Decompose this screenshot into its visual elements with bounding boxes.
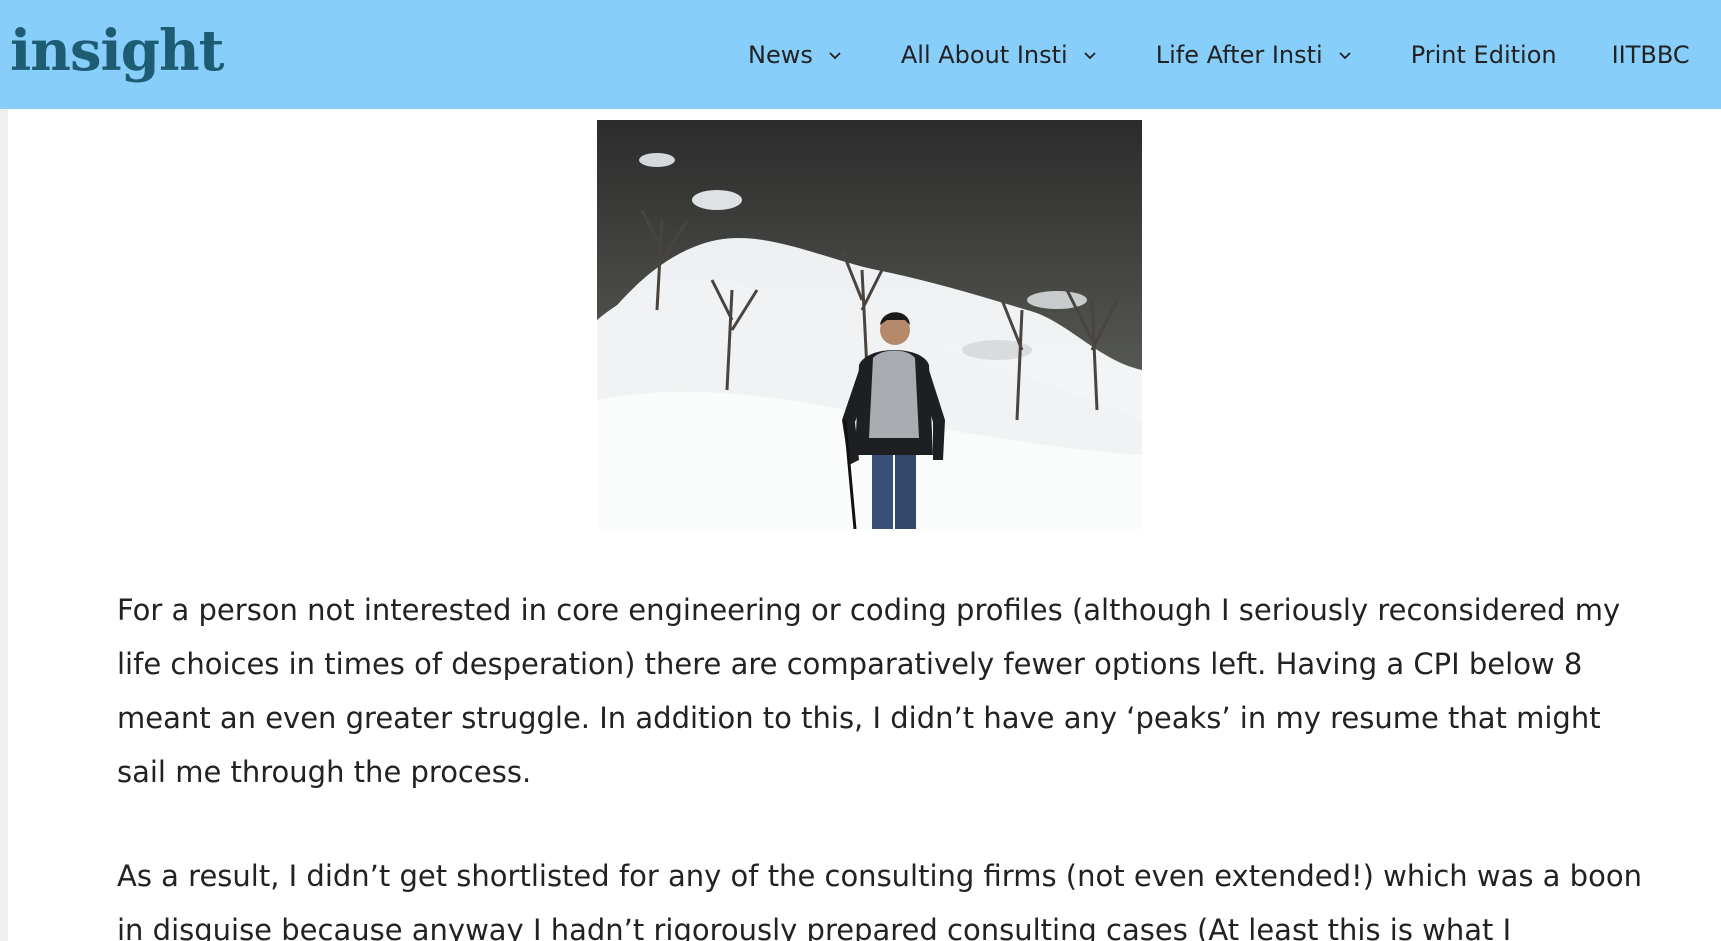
nav-item-iitbbc[interactable]: IITBBC [1612,41,1690,69]
nav-item-life-after-insti[interactable]: Life After Insti [1156,41,1353,69]
page: insight News All About Insti Life After … [0,0,1721,941]
nav-item-label: News [748,40,813,69]
main-nav: News All About Insti Life After Insti Pr… [748,0,1690,109]
nav-item-print-edition[interactable]: Print Edition [1411,41,1557,69]
nav-item-news[interactable]: News [748,41,843,69]
site-logo[interactable]: insight [10,16,225,86]
article-paragraph: As a result, I didn’t get shortlisted fo… [117,859,1642,941]
site-header: insight News All About Insti Life After … [0,0,1721,109]
nav-item-label: Life After Insti [1155,40,1323,69]
article-photo [597,120,1142,529]
nav-item-label: IITBBC [1611,40,1690,69]
article-content: For a person not interested in core engi… [8,109,1721,941]
nav-item-label: All About Insti [900,40,1068,69]
chevron-down-icon [1337,47,1353,63]
chevron-down-icon [1082,47,1098,63]
article-paragraph: For a person not interested in core engi… [117,593,1621,789]
nav-item-label: Print Edition [1410,40,1557,69]
chevron-down-icon [827,47,843,63]
nav-item-all-about-insti[interactable]: All About Insti [901,41,1098,69]
